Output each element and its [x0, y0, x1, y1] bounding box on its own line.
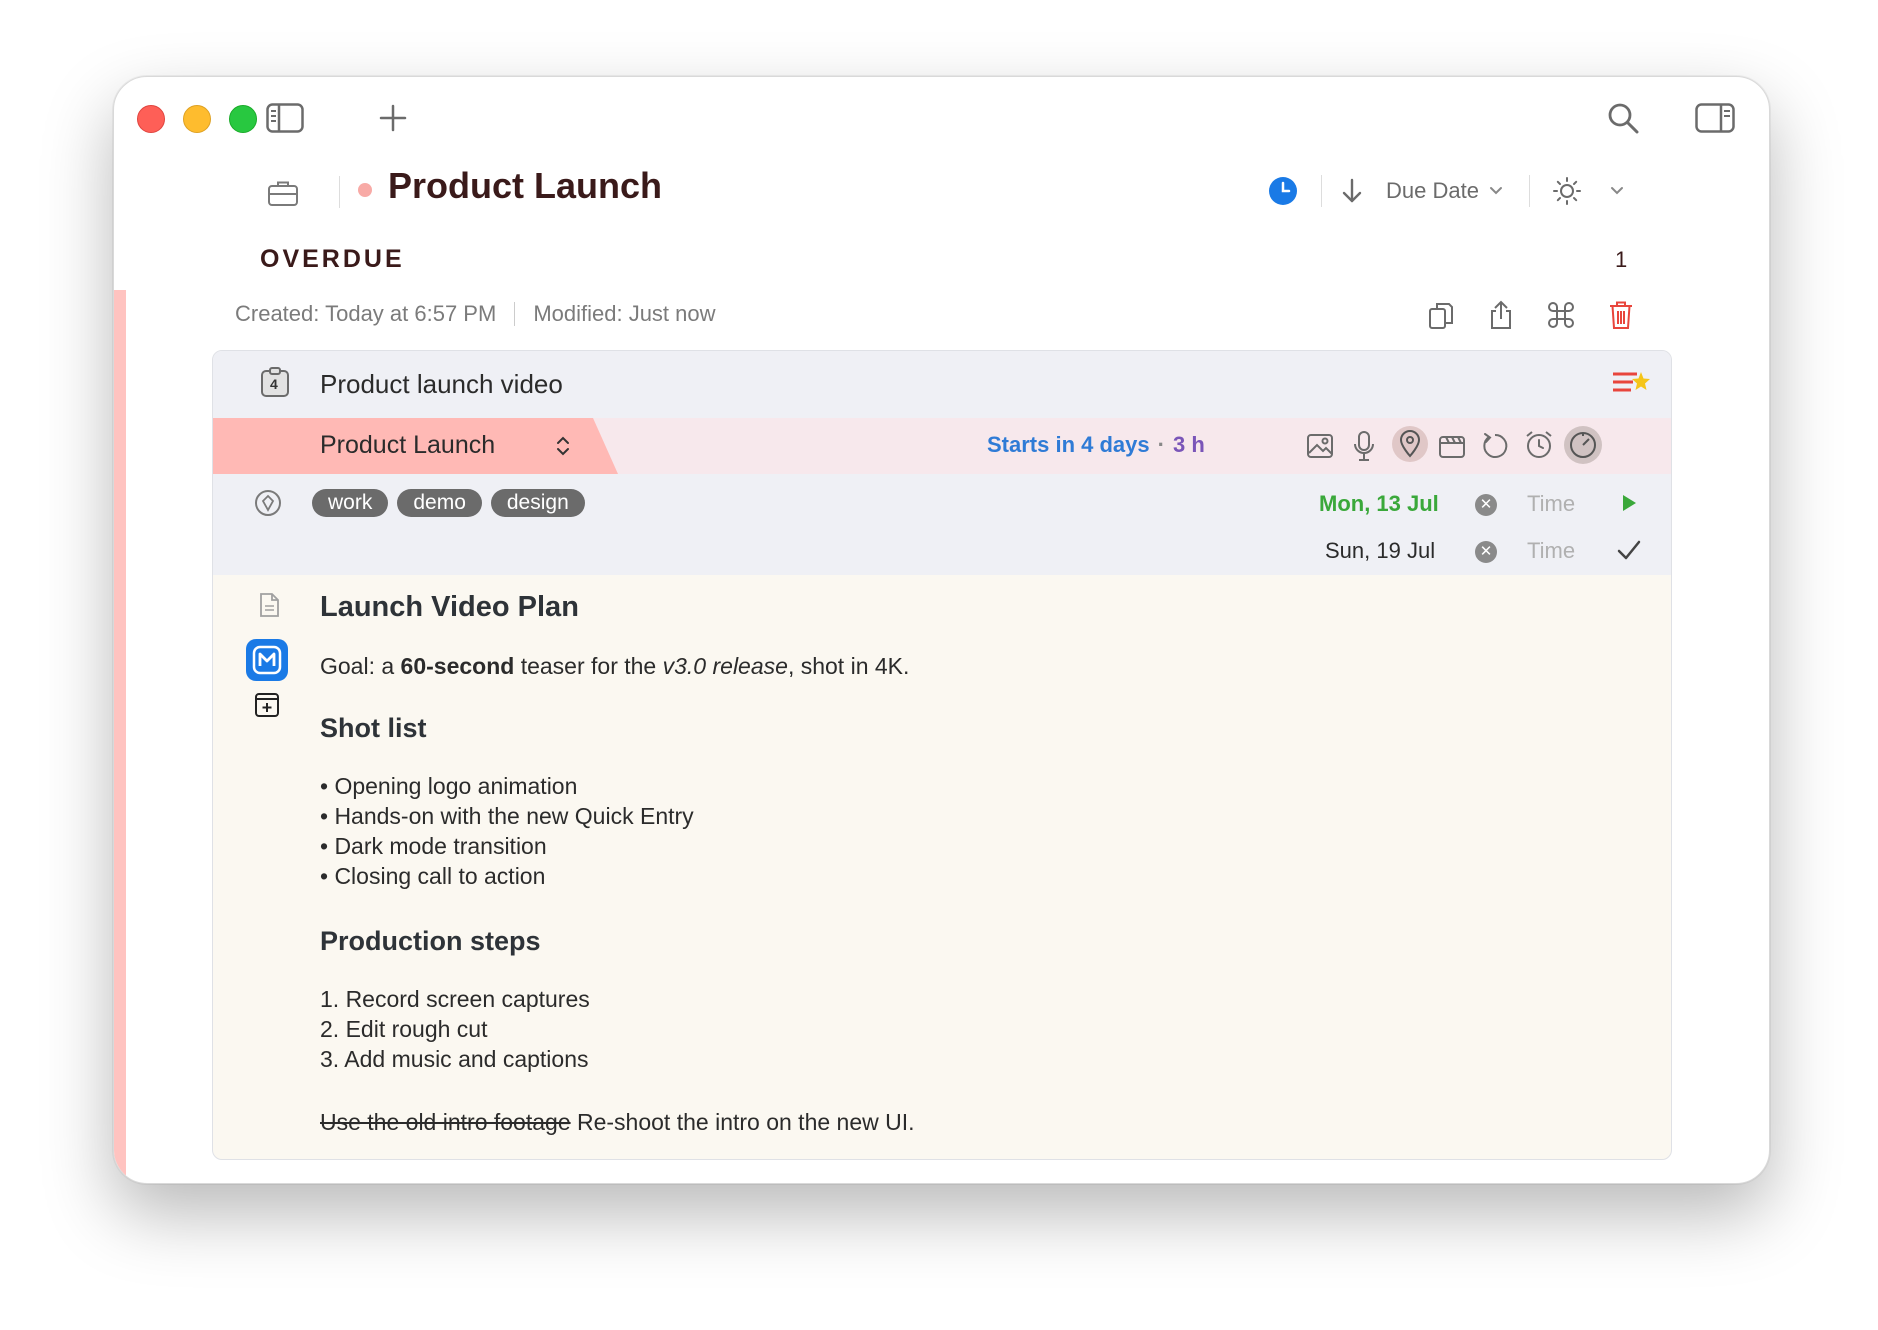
list-item: 2. Edit rough cut: [320, 1016, 488, 1042]
notes-final-line: Use the old intro footage Re-shoot the i…: [320, 1109, 915, 1135]
tag-list: work demo design: [312, 489, 594, 517]
list-item: 1. Record screen captures: [320, 986, 590, 1012]
timer-icon[interactable]: [1564, 426, 1602, 464]
sort-dropdown[interactable]: Due Date: [1386, 178, 1503, 204]
list-item: • Opening logo animation: [320, 773, 578, 799]
tags-and-dates: work demo design Mon, 13 Jul ✕ Time Sun, 1…: [213, 474, 1671, 575]
task-meta: Created: Today at 6:57 PM Modified: Just…: [235, 301, 716, 327]
microphone-icon[interactable]: [1348, 428, 1380, 464]
header-divider-2: [1321, 175, 1322, 207]
inspector-icon[interactable]: [1694, 101, 1736, 135]
project-name[interactable]: Product Launch: [320, 431, 495, 460]
priority-star-icon[interactable]: [1611, 367, 1651, 399]
struck-text: Use the old intro footage: [320, 1109, 571, 1135]
section-title: OVERDUE: [260, 245, 405, 273]
tag-work[interactable]: work: [312, 489, 389, 517]
due-time-field[interactable]: Time: [1527, 538, 1575, 564]
briefcase-icon[interactable]: [266, 176, 300, 210]
notes-goal: Goal: a 60-second teaser for the v3.0 re…: [320, 653, 910, 679]
shot-list: • Opening logo animation • Hands-on with…: [320, 771, 694, 891]
note-icon[interactable]: [256, 591, 282, 619]
header-divider-3: [1529, 175, 1530, 207]
chevron-down-icon[interactable]: [1608, 184, 1626, 198]
list-item: • Dark mode transition: [320, 833, 547, 859]
command-icon[interactable]: [1546, 300, 1576, 330]
overdue-accent-bar: [114, 290, 126, 1183]
meta-divider: [514, 302, 516, 326]
duration-label: 3 h: [1172, 432, 1205, 457]
titlebar: [114, 77, 1769, 169]
shot-list-heading: Shot list: [320, 713, 427, 743]
due-date[interactable]: Sun, 19 Jul: [1325, 538, 1435, 564]
location-icon[interactable]: [1392, 426, 1428, 462]
close-window-button[interactable]: [137, 105, 165, 133]
clock-icon[interactable]: [1266, 174, 1300, 208]
trash-icon[interactable]: [1606, 298, 1636, 332]
markdown-icon[interactable]: [246, 639, 288, 681]
chevron-updown-icon[interactable]: [553, 432, 573, 460]
production-steps-list: 1. Record screen captures 2. Edit rough …: [320, 984, 590, 1074]
sort-label: Due Date: [1386, 178, 1479, 203]
project-row: Product Launch Starts in 4 days · 3 h: [213, 418, 1671, 474]
task-card: 4 Product launch video Product Launch St…: [212, 350, 1672, 1160]
start-time-field[interactable]: Time: [1527, 491, 1575, 517]
tag-design[interactable]: design: [490, 489, 585, 517]
tag-demo[interactable]: demo: [397, 489, 482, 517]
list-item: 3. Add music and captions: [320, 1046, 589, 1072]
starts-label: Starts in 4 days: [987, 432, 1150, 457]
image-icon[interactable]: [1304, 430, 1336, 462]
sidebar-icon[interactable]: [265, 101, 305, 135]
list-item: • Hands-on with the new Quick Entry: [320, 803, 694, 829]
notes-heading: Launch Video Plan: [320, 591, 579, 623]
checkmark-icon[interactable]: [1615, 536, 1643, 564]
task-row[interactable]: 4 Product launch video: [213, 351, 1671, 418]
checklist-icon[interactable]: 4: [259, 365, 291, 399]
page-title: Product Launch: [388, 165, 663, 206]
zoom-window-button[interactable]: [229, 105, 257, 133]
calendar-icon[interactable]: [1436, 430, 1468, 462]
arrow-down-icon[interactable]: [1338, 176, 1366, 206]
header-divider: [339, 176, 340, 208]
section-count: 1: [1615, 247, 1628, 272]
created-label: Created: Today at 6:57 PM: [235, 301, 497, 326]
modified-label: Modified: Just now: [533, 301, 716, 326]
clear-start-date-icon[interactable]: ✕: [1475, 494, 1497, 516]
task-title[interactable]: Product launch video: [320, 369, 563, 400]
project-color-dot: [358, 183, 372, 197]
chevron-down-icon: [1489, 186, 1503, 196]
production-steps-heading: Production steps: [320, 926, 541, 956]
alarm-icon[interactable]: [1522, 428, 1556, 462]
start-date[interactable]: Mon, 13 Jul: [1319, 491, 1439, 517]
clear-due-date-icon[interactable]: ✕: [1475, 541, 1497, 563]
checklist-count: 4: [270, 376, 278, 392]
tag-icon[interactable]: [253, 488, 283, 518]
play-icon[interactable]: [1617, 490, 1641, 516]
app-window: Product Launch Due Date OVERDUE 1 Create…: [113, 76, 1770, 1184]
starts-separator: ·: [1157, 432, 1165, 457]
copy-icon[interactable]: [1426, 300, 1456, 332]
minimize-window-button[interactable]: [183, 105, 211, 133]
search-icon[interactable]: [1604, 99, 1642, 137]
add-attachment-icon[interactable]: [253, 691, 281, 719]
repeat-icon[interactable]: [1479, 430, 1511, 462]
start-info: Starts in 4 days · 3 h: [987, 432, 1205, 458]
list-item: • Closing call to action: [320, 863, 546, 889]
sun-icon[interactable]: [1550, 174, 1584, 208]
plus-icon[interactable]: [376, 101, 410, 135]
share-icon[interactable]: [1486, 298, 1516, 332]
notes-area[interactable]: Launch Video Plan Goal: a 60-second teas…: [213, 575, 1671, 1159]
